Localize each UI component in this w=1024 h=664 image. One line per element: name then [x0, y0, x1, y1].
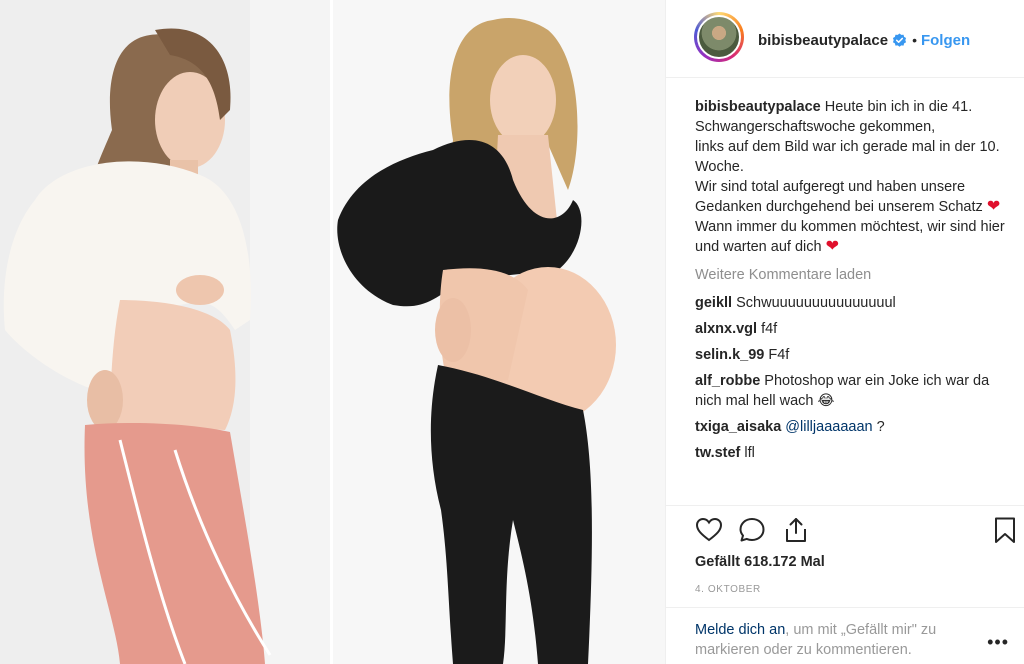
comments-list[interactable]: bibisbeautypalace Heute bin ich in die 4… [666, 79, 1024, 505]
caption-line-2: links auf dem Bild war ich gerade mal in… [695, 139, 1000, 175]
comment-username[interactable]: txiga_aisaka [695, 419, 781, 435]
likes-count[interactable]: Gefällt 618.172 Mal [695, 554, 825, 570]
more-options-icon[interactable]: ••• [987, 632, 1009, 653]
comment-item: alf_robbe Photoshop war ein Joke ich war… [695, 371, 1005, 411]
comment-text: Schwuuuuuuuuuuuuuuul [736, 295, 896, 311]
photo-week-10 [0, 0, 330, 664]
follow-separator: • [912, 32, 917, 48]
comment-username[interactable]: selin.k_99 [695, 347, 764, 363]
follow-button[interactable]: Folgen [921, 32, 970, 49]
post-actions: Gefällt 618.172 Mal 4. OKTOBER Melde dic… [666, 505, 1024, 664]
avatar[interactable] [697, 15, 741, 59]
comment-text: F4f [768, 347, 790, 363]
heart-emoji: ❤ [986, 198, 1001, 215]
comment-item: geikll Schwuuuuuuuuuuuuuuul [695, 293, 1005, 313]
bookmark-icon[interactable] [991, 516, 1019, 544]
post-date[interactable]: 4. OKTOBER [695, 584, 761, 595]
comment-item: selin.k_99 F4f [695, 345, 1005, 365]
comment-text: lfl [744, 445, 755, 461]
post-sidebar: bibisbeautypalace • Folgen bibisbeautypa… [665, 0, 1024, 664]
comment-item: txiga_aisaka @lilljaaaaaan ? [695, 417, 1005, 437]
comment-username[interactable]: alxnx.vgl [695, 321, 757, 337]
load-more-comments-button[interactable]: Weitere Kommentare laden [695, 265, 1005, 285]
comment-item: alxnx.vgl f4f [695, 319, 1005, 339]
heart-emoji: ❤ [825, 238, 839, 255]
comment-username[interactable]: alf_robbe [695, 373, 760, 389]
photo-week-41 [333, 0, 665, 664]
comment-mention-link[interactable]: @lilljaaaaaan [785, 419, 872, 435]
caption-line-3: Wir sind total aufgeregt und haben unser… [695, 179, 983, 215]
caption-line-4: Wann immer du kommen möchtest, wir sind … [695, 219, 1005, 255]
comment-username[interactable]: geikll [695, 295, 732, 311]
comment-text: ? [876, 419, 885, 435]
comment-icon[interactable] [738, 516, 766, 544]
verified-badge-icon [893, 32, 907, 47]
login-link[interactable]: Melde dich an [695, 622, 785, 638]
comment-item: tw.stef lfl [695, 443, 1005, 463]
heart-icon[interactable] [695, 516, 723, 544]
caption: bibisbeautypalace Heute bin ich in die 4… [695, 97, 1005, 257]
comment-text: f4f [761, 321, 778, 337]
header-username[interactable]: bibisbeautypalace [758, 32, 888, 49]
share-icon[interactable] [782, 516, 810, 544]
avatar-story-ring[interactable] [694, 12, 744, 62]
comment-username[interactable]: tw.stef [695, 445, 740, 461]
caption-username[interactable]: bibisbeautypalace [695, 99, 821, 115]
post-image[interactable] [0, 0, 665, 664]
action-bar [695, 516, 1020, 546]
login-text: Melde dich an, um mit „Gefällt mir" zu m… [695, 620, 975, 660]
post-header: bibisbeautypalace • Folgen [666, 0, 1024, 78]
login-prompt: Melde dich an, um mit „Gefällt mir" zu m… [666, 607, 1024, 664]
